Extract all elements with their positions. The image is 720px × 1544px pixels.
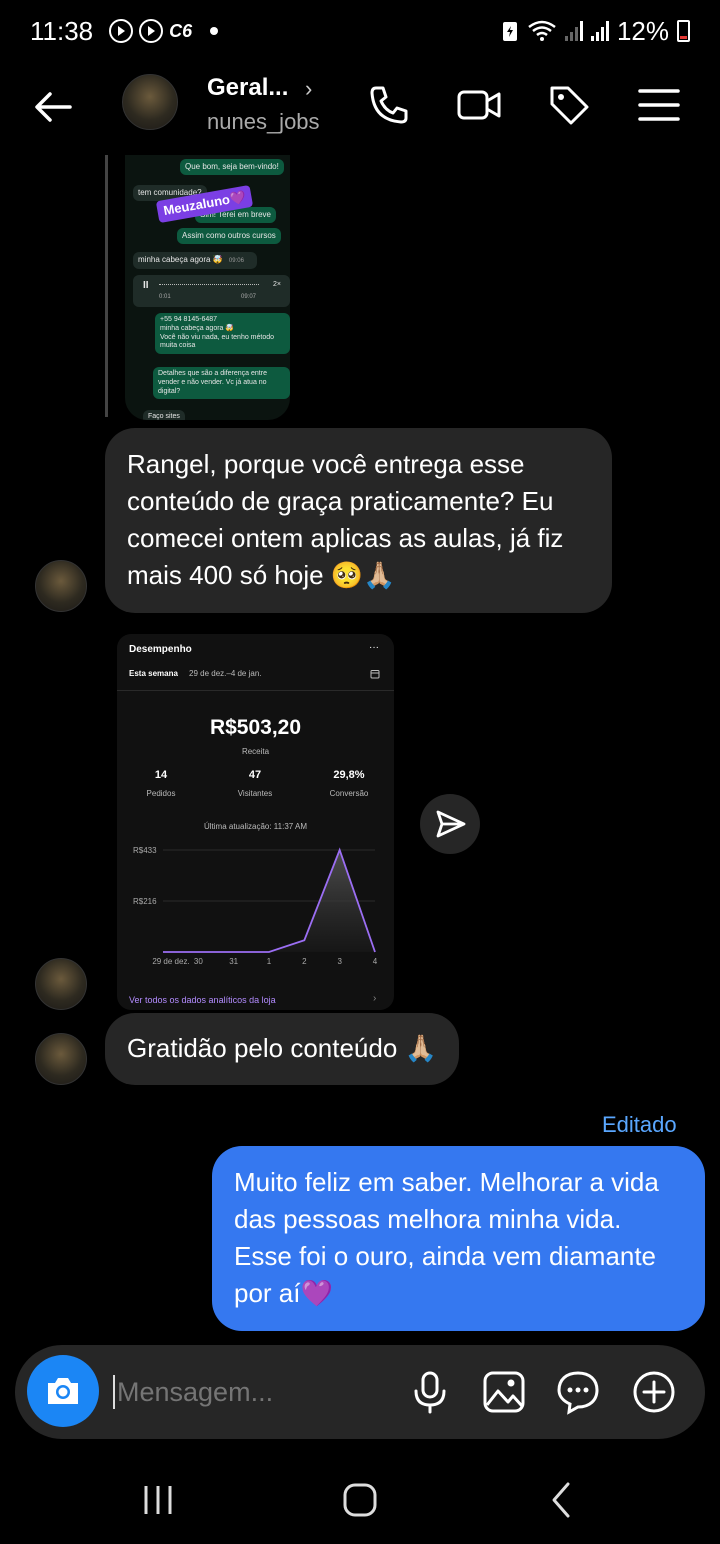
pause-icon: II (143, 280, 149, 291)
x-tick-label: 2 (302, 957, 307, 966)
battery-percent: 12% (616, 15, 669, 46)
x-tick-label: 3 (337, 957, 342, 966)
contact-name[interactable]: Geral... (207, 74, 288, 102)
home-icon[interactable] (340, 1480, 380, 1520)
gallery-icon[interactable] (481, 1369, 527, 1415)
last-updated: Última atualização: 11:37 AM (203, 822, 307, 831)
stat-label: Pedidos (146, 789, 176, 798)
x-tick-label: 30 (194, 957, 203, 966)
sticker-chat-icon[interactable] (555, 1369, 601, 1415)
message-composer (15, 1345, 705, 1439)
y-tick-label: R$216 (133, 897, 157, 906)
chevron-right-icon[interactable]: › (305, 76, 312, 102)
divider (117, 690, 394, 691)
status-time: 11:38 (30, 15, 94, 46)
shared-dashboard-image[interactable]: Desempenho ··· Esta semana 29 de dez.–4 … (117, 634, 394, 1010)
recent-apps-icon[interactable] (138, 1480, 178, 1520)
calendar-icon (370, 670, 380, 679)
audio-waveform (159, 284, 259, 288)
camera-button[interactable] (27, 1355, 99, 1427)
stat-value: 47 (248, 769, 262, 781)
chevron-right-icon[interactable]: › (373, 993, 376, 1004)
carrier-badge: C6 (169, 20, 193, 41)
audio-speed: 2× (273, 281, 281, 288)
dashboard-title: Desempenho (129, 644, 192, 655)
chat-header: Geral... › nunes_jobs (0, 62, 720, 152)
message-bubble-incoming[interactable]: Gratidão pelo conteúdo 🙏🏼 (105, 1013, 459, 1085)
stat-label: Visitantes (237, 789, 273, 798)
sender-avatar[interactable] (35, 1033, 87, 1085)
share-send-icon[interactable] (420, 794, 480, 854)
x-tick-label: 29 de dez. (152, 957, 189, 966)
edited-label: Editado (602, 1112, 677, 1137)
wa-message: +55 94 8145-6487 minha cabeça agora 🤯 Vo… (155, 313, 290, 354)
add-icon[interactable] (631, 1369, 677, 1415)
back-arrow-icon[interactable] (30, 84, 76, 130)
period-range: 29 de dez.–4 de jan. (189, 669, 262, 678)
wa-message: Que bom, seja bem-vindo! (180, 159, 284, 175)
contact-username[interactable]: nunes_jobs (207, 109, 320, 135)
wa-audio-message: II 0:01 09:07 2× (133, 275, 290, 307)
wa-message: Faço sites (143, 410, 185, 420)
message-bubble-incoming[interactable]: Rangel, porque você entrega esse conteúd… (105, 428, 612, 613)
x-tick-label: 4 (373, 957, 378, 966)
reply-quote-line (105, 155, 108, 417)
battery-icon (677, 20, 690, 42)
message-input[interactable] (113, 1375, 393, 1409)
period-label: Esta semana (129, 669, 178, 678)
y-tick-label: R$433 (133, 846, 157, 855)
wifi-icon (528, 20, 556, 41)
wa-message: minha cabeça agora 🤯 09:06 (133, 252, 257, 269)
stat-value: 29,8% (333, 769, 365, 781)
stat-value: 14 (154, 769, 168, 781)
message-bubble-outgoing[interactable]: Muito feliz em saber. Melhorar a vida da… (212, 1146, 705, 1331)
shazam-icon (109, 19, 134, 43)
revenue-label: Receita (241, 747, 270, 756)
more-icon: ··· (369, 642, 379, 653)
sender-avatar[interactable] (35, 958, 87, 1010)
shared-screenshot-image[interactable]: Que bom, seja bem-vindo! tem comunidade?… (125, 155, 290, 420)
menu-icon[interactable] (636, 82, 682, 128)
contact-avatar[interactable] (122, 74, 178, 130)
stat-label: Conversão (329, 789, 369, 798)
system-nav-bar (0, 1456, 720, 1544)
signal-icon (564, 21, 583, 41)
analytics-link[interactable]: Ver todos os dados analíticos da loja (129, 995, 276, 1005)
signal-icon (590, 21, 609, 41)
audio-time: 09:07 (241, 294, 257, 300)
wa-message-time: 09:06 (228, 258, 244, 264)
sender-avatar[interactable] (35, 560, 87, 612)
shazam-icon (139, 19, 164, 43)
notification-dot-icon (210, 27, 219, 35)
status-bar: 11:38 C6 12% (0, 0, 720, 62)
revenue-value: R$503,20 (209, 716, 302, 739)
phone-call-icon[interactable] (366, 82, 412, 128)
audio-duration: 0:01 (159, 294, 171, 300)
x-tick-label: 31 (229, 957, 238, 966)
camera-icon (48, 1378, 78, 1404)
microphone-icon[interactable] (407, 1369, 453, 1415)
wa-message: Detalhes que são a diferença entre vende… (153, 367, 290, 400)
wa-message: Assim como outros cursos (177, 228, 281, 244)
wa-message-text: minha cabeça agora 🤯 (138, 255, 223, 264)
battery-saver-icon (502, 22, 517, 41)
revenue-chart: R$433 R$216 29 de dez. 30 31 1 2 3 4 (133, 846, 378, 966)
x-tick-label: 1 (267, 957, 272, 966)
back-nav-icon[interactable] (542, 1480, 582, 1520)
tag-icon[interactable] (546, 82, 592, 128)
video-call-icon[interactable] (456, 82, 502, 128)
